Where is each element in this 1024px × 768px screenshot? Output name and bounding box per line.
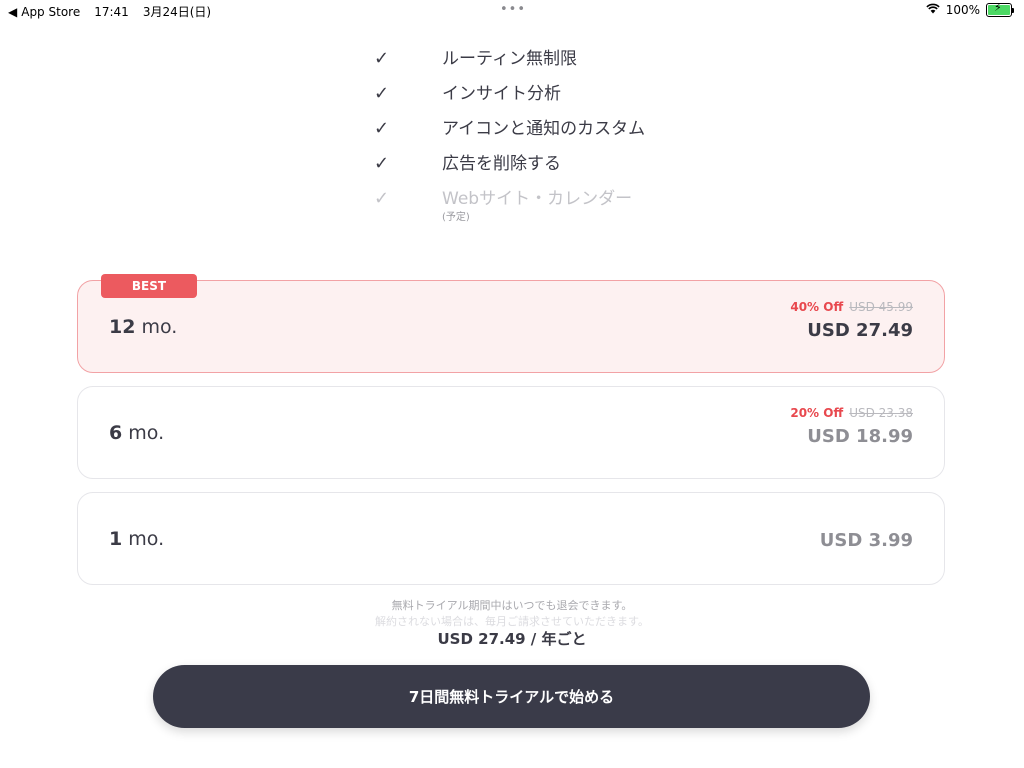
feature-text-block: Webサイト・カレンダー (予定) xyxy=(442,184,632,223)
original-price: USD 23.38 xyxy=(849,406,913,420)
trial-fine-print: 無料トライアル期間中はいつでも退会できます。 解約されない場合は、毎月ご請求させ… xyxy=(0,598,1024,630)
battery-cap xyxy=(1012,7,1014,13)
feature-label: 広告を削除する xyxy=(442,154,561,174)
wifi-icon xyxy=(926,3,940,17)
plan-duration-number: 12 xyxy=(109,316,136,338)
feature-item: ✓ 広告を削除する xyxy=(370,149,770,184)
multitasking-dots-icon[interactable]: ••• xyxy=(500,2,526,17)
selected-plan-summary: USD 27.49 / 年ごと xyxy=(437,630,587,648)
plan-duration-unit: mo. xyxy=(135,316,178,338)
charging-bolt-icon: ⚡ xyxy=(994,1,1002,14)
plan-duration: 6 mo. xyxy=(109,387,164,480)
checkmark-icon: ✓ xyxy=(374,83,390,104)
plan-option-1-month[interactable]: 1 mo. USD 3.99 xyxy=(77,492,945,585)
feature-list: ✓ ルーティン無制限 ✓ インサイト分析 ✓ アイコンと通知のカスタム ✓ 広告… xyxy=(370,44,770,223)
plan-price: USD 27.49 xyxy=(807,320,913,341)
feature-label: Webサイト・カレンダー xyxy=(442,189,633,209)
battery-icon: ⚡ xyxy=(986,1,1014,17)
discount-label: 20% Off xyxy=(790,406,844,420)
status-left: ◀ App Store 17:41 3月24日(日) xyxy=(8,3,211,20)
plan-price: USD 3.99 xyxy=(819,530,913,551)
back-to-app-store-link[interactable]: ◀ App Store xyxy=(8,5,80,19)
plan-duration: 12 mo. xyxy=(109,281,177,374)
original-price: USD 45.99 xyxy=(849,300,913,314)
plan-option-12-months[interactable]: BEST 12 mo. 40% Off USD 45.99 USD 27.49 xyxy=(77,274,945,374)
plan-pricing: 40% Off USD 45.99 USD 27.49 xyxy=(790,281,913,374)
plan-duration: 1 mo. xyxy=(109,493,164,586)
back-arrow-icon: ◀ xyxy=(8,4,18,19)
plan-option-6-months[interactable]: 6 mo. 20% Off USD 23.38 USD 18.99 xyxy=(77,386,945,479)
plan-duration-unit: mo. xyxy=(122,528,165,550)
plan-duration-number: 1 xyxy=(109,528,123,550)
checkmark-icon: ✓ xyxy=(374,118,390,139)
status-time: 17:41 xyxy=(94,4,129,19)
feature-item-upcoming: ✓ Webサイト・カレンダー (予定) xyxy=(370,184,770,223)
status-date: 3月24日(日) xyxy=(142,5,212,19)
plan-price: USD 18.99 xyxy=(807,426,913,447)
status-right: 100% ⚡ xyxy=(926,1,1014,17)
plan-pricing: 20% Off USD 23.38 USD 18.99 xyxy=(790,387,913,480)
plan-duration-number: 6 xyxy=(109,422,123,444)
checkmark-icon: ✓ xyxy=(374,48,390,69)
status-bar: ◀ App Store 17:41 3月24日(日) ••• 100% ⚡ xyxy=(0,0,1024,22)
back-app-label: App Store xyxy=(21,4,81,19)
feature-label: インサイト分析 xyxy=(442,84,561,104)
feature-item: ✓ ルーティン無制限 xyxy=(370,44,770,79)
plan-pricing: USD 3.99 xyxy=(820,493,913,586)
checkmark-icon: ✓ xyxy=(374,153,390,174)
feature-item: ✓ アイコンと通知のカスタム xyxy=(370,114,770,149)
feature-label: アイコンと通知のカスタム xyxy=(442,119,646,139)
battery-body: ⚡ xyxy=(986,1,1012,17)
start-free-trial-button[interactable]: 7日間無料トライアルで始める xyxy=(153,665,870,728)
discount-line: 40% Off USD 45.99 xyxy=(790,300,913,316)
discount-label: 40% Off xyxy=(790,300,844,314)
fine-print-line: 無料トライアル期間中はいつでも退会できます。 xyxy=(391,599,633,612)
battery-percent: 100% xyxy=(945,3,980,17)
feature-item: ✓ インサイト分析 xyxy=(370,79,770,114)
checkmark-icon: ✓ xyxy=(374,188,390,209)
feature-label: ルーティン無制限 xyxy=(442,49,577,69)
discount-line: 20% Off USD 23.38 xyxy=(790,406,913,422)
plan-duration-unit: mo. xyxy=(122,422,165,444)
